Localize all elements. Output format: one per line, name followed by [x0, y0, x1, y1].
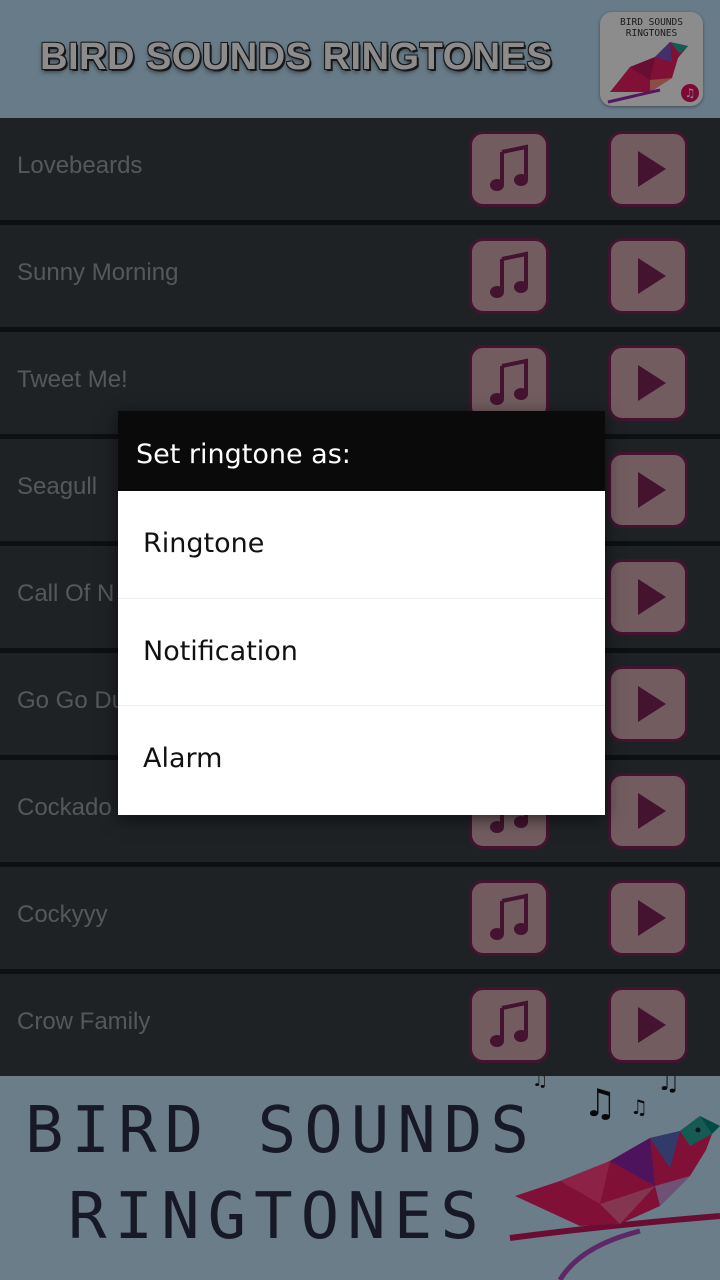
option-ringtone[interactable]: Ringtone — [118, 491, 605, 598]
option-label: Notification — [143, 636, 298, 667]
dialog-title: Set ringtone as: — [136, 439, 351, 470]
option-alarm[interactable]: Alarm — [118, 705, 605, 813]
option-notification[interactable]: Notification — [118, 598, 605, 706]
set-ringtone-dialog: Set ringtone as: Ringtone Notification A… — [118, 411, 605, 815]
option-label: Alarm — [143, 743, 223, 774]
option-label: Ringtone — [143, 528, 265, 559]
dialog-header: Set ringtone as: — [118, 411, 605, 491]
